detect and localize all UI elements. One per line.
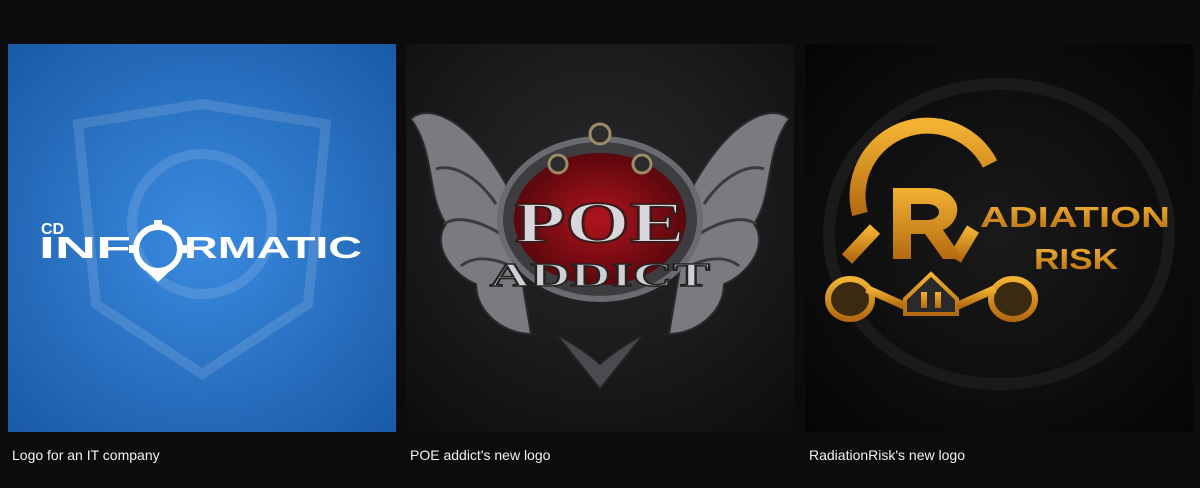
portfolio-card-it-company[interactable]: CD INF RMATIC Logo for an IT company	[8, 44, 396, 488]
portfolio-thumbnail[interactable]: POE ADDICT	[406, 44, 794, 432]
logo-text-rmatic: RMATIC	[184, 230, 362, 265]
logo-text-risk: RISK	[1034, 244, 1118, 276]
cd-informatic-logo-image: CD INF RMATIC	[8, 44, 396, 432]
portfolio-gallery: CD INF RMATIC Logo for an IT company POE…	[8, 44, 1200, 488]
portfolio-thumbnail[interactable]: ADIATION RISK	[805, 44, 1193, 432]
portfolio-caption[interactable]: POE addict's new logo	[410, 446, 550, 464]
portfolio-card-poe-addict[interactable]: POE ADDICT POE addict's new logo	[406, 44, 794, 488]
logo-text-adiation: ADIATION	[980, 202, 1170, 234]
logo-text-poe: POE	[515, 190, 685, 255]
portfolio-card-radiationrisk[interactable]: ADIATION RISK RadiationRisk's new logo	[805, 44, 1193, 488]
portfolio-caption[interactable]: RadiationRisk's new logo	[809, 446, 965, 464]
radiationrisk-logo-image: ADIATION RISK	[805, 44, 1193, 432]
logo-text-inf: INF	[39, 230, 131, 265]
logo-text-addict: ADDICT	[490, 257, 711, 294]
portfolio-thumbnail[interactable]: CD INF RMATIC	[8, 44, 396, 432]
portfolio-caption[interactable]: Logo for an IT company	[12, 446, 160, 464]
poe-addict-logo-image: POE ADDICT	[406, 44, 794, 432]
